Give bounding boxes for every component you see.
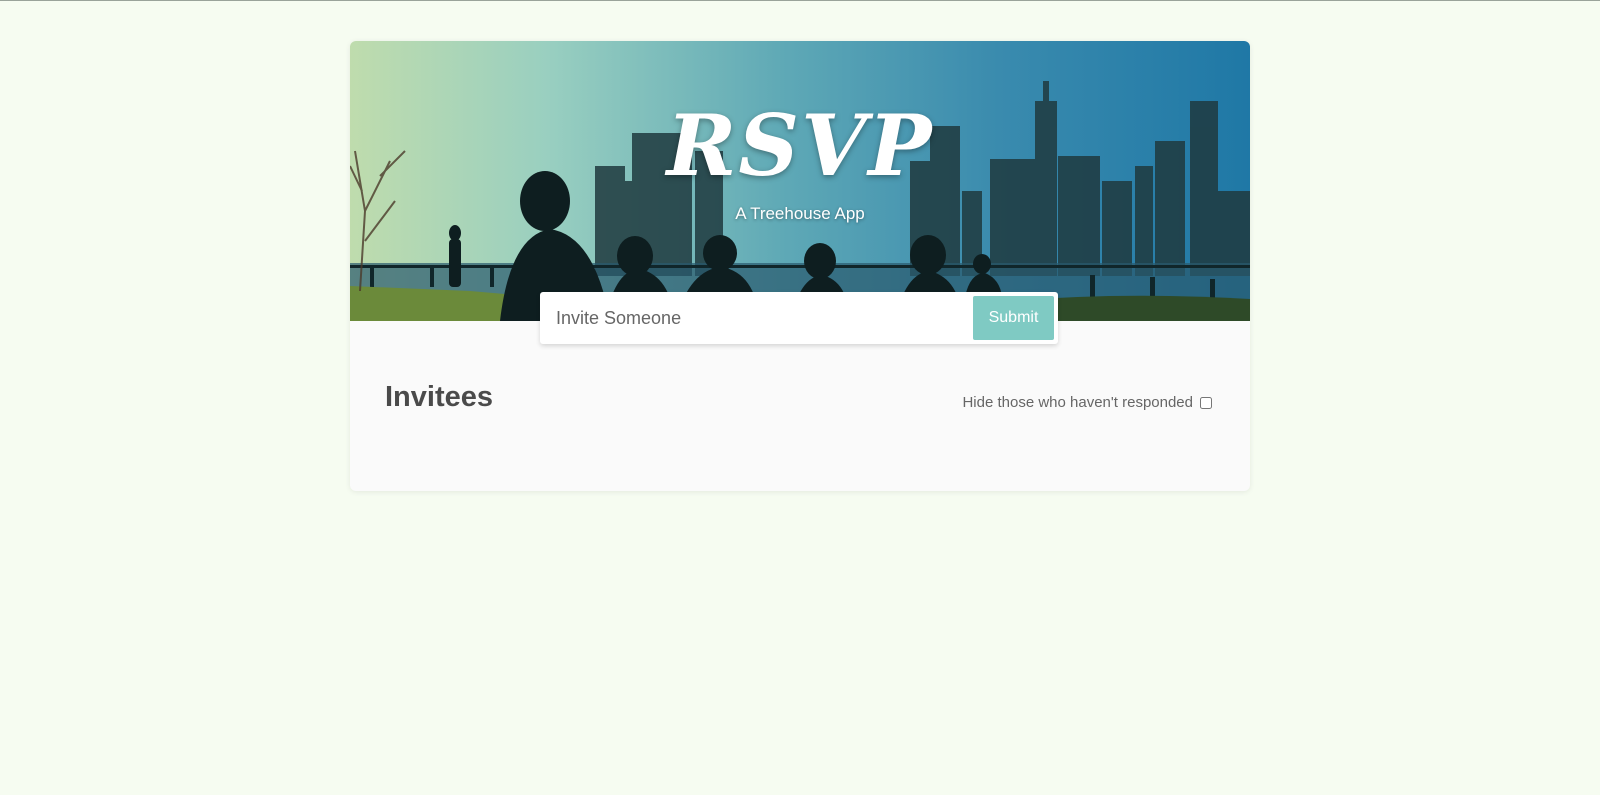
header-banner: RSVP A Treehouse App — [350, 41, 1250, 321]
app-title: RSVP — [666, 96, 934, 195]
app-subtitle: A Treehouse App — [735, 204, 865, 223]
top-border — [0, 0, 1600, 1]
hide-unresponded-label: Hide those who haven't responded — [962, 394, 1193, 411]
invite-input[interactable] — [540, 292, 960, 344]
invite-form: Submit — [540, 292, 1058, 344]
app-card: RSVP A Treehouse App Submit Invitees Hid… — [350, 41, 1250, 491]
hide-unresponded-filter[interactable]: Hide those who haven't responded — [962, 394, 1212, 411]
submit-button[interactable]: Submit — [973, 296, 1054, 340]
invitees-heading: Invitees — [385, 381, 493, 413]
hide-unresponded-checkbox[interactable] — [1200, 396, 1212, 409]
